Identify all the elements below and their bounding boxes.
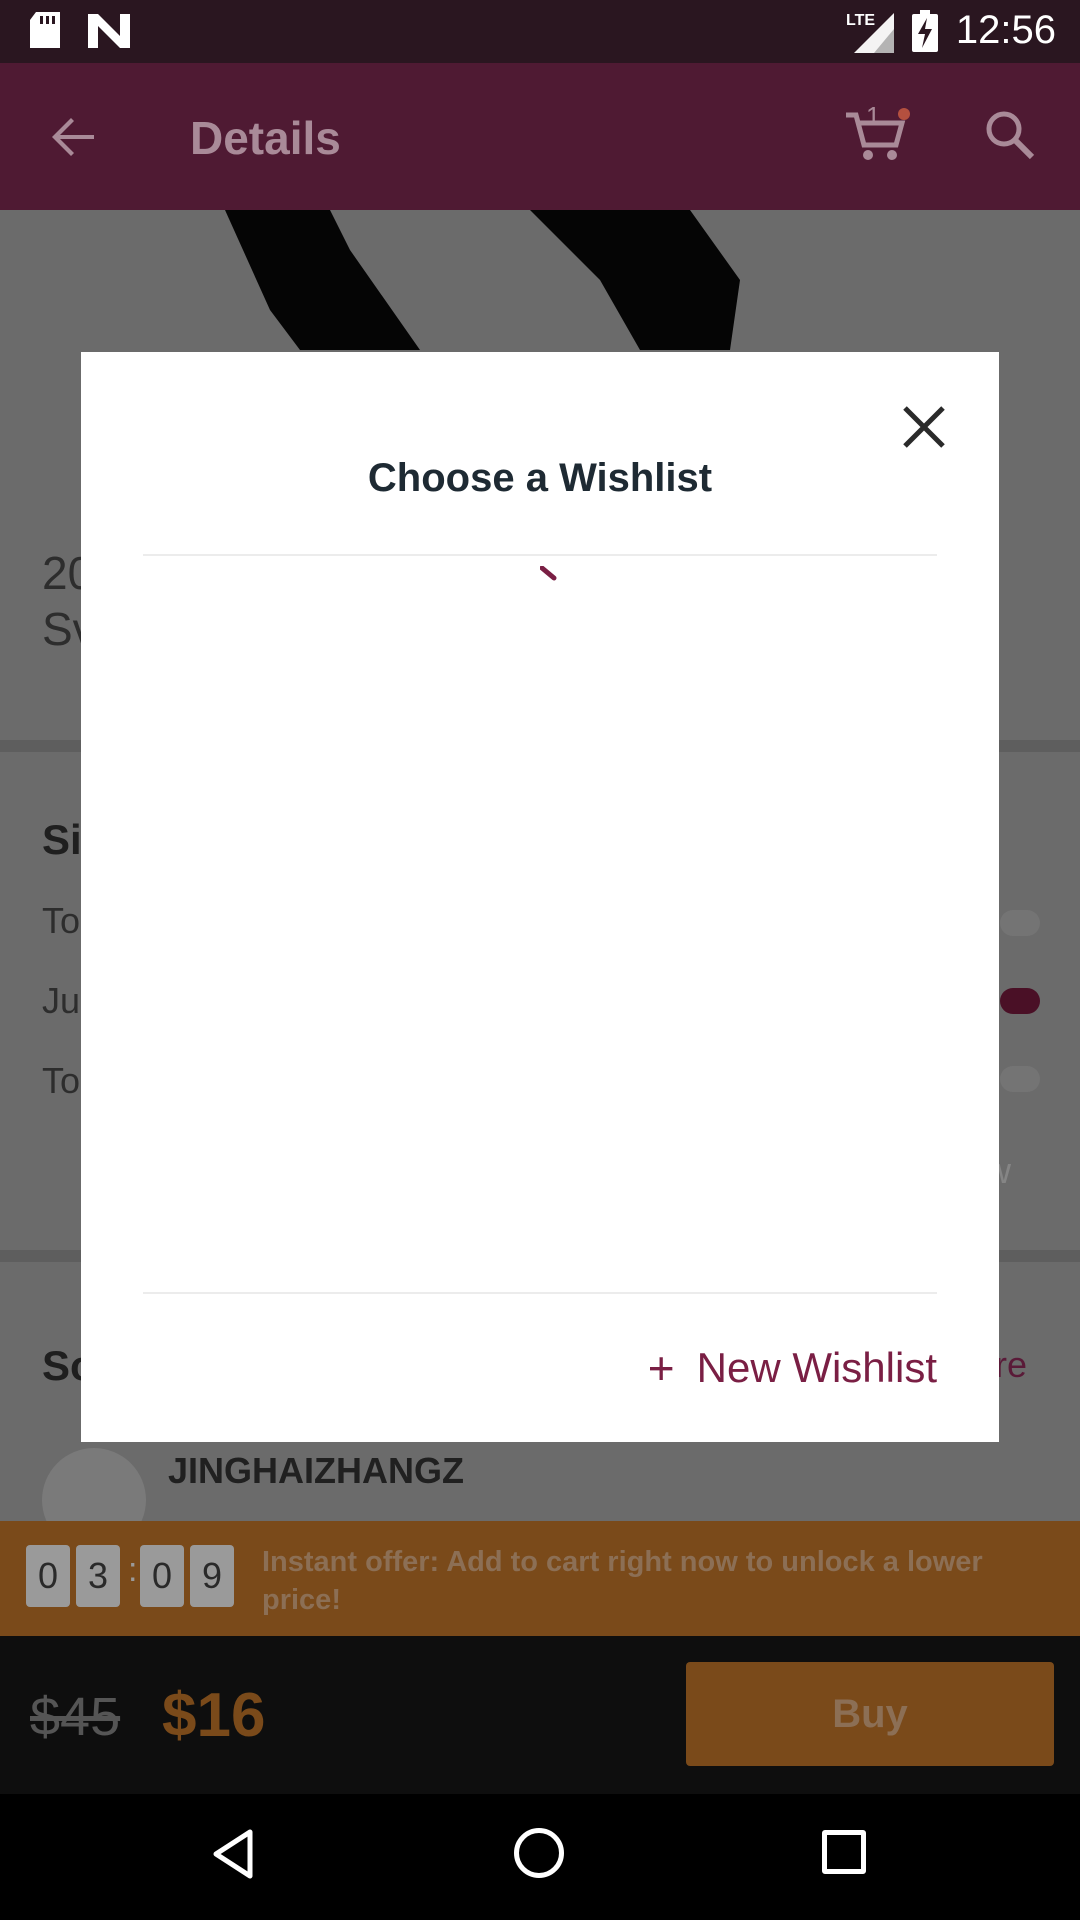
timer-digit: 3	[76, 1545, 120, 1607]
signal-icon: LTE	[846, 12, 894, 53]
original-price: $45	[30, 1687, 121, 1747]
dialog-title: Choose a Wishlist	[367, 456, 713, 500]
status-left	[28, 12, 130, 50]
timer-digit: 0	[140, 1545, 184, 1607]
size-row: Ju	[42, 980, 81, 1021]
new-wishlist-button[interactable]: + New Wishlist	[648, 1344, 937, 1392]
buy-button[interactable]: Buy	[686, 1662, 1054, 1766]
new-wishlist-label: New Wishlist	[696, 1344, 937, 1391]
clock: 12:56	[955, 8, 1056, 52]
loading-spinner-icon	[540, 566, 557, 581]
battery-charging-icon	[911, 9, 938, 52]
search-icon[interactable]	[980, 105, 1040, 165]
timer-digit: 0	[26, 1545, 70, 1607]
offer-text: Instant offer: Add to cart right now to …	[262, 1546, 983, 1616]
back-arrow-icon[interactable]	[44, 107, 104, 167]
sd-card-icon	[30, 12, 60, 48]
size-bar	[1000, 1066, 1040, 1092]
page-title: Details	[190, 112, 341, 164]
nav-back-icon[interactable]	[210, 1828, 256, 1880]
network-type-label: LTE	[846, 12, 875, 29]
product-image	[225, 210, 740, 350]
status-bar: LTE 12:56	[0, 0, 1080, 63]
choose-wishlist-dialog: Choose a Wishlist + New Wishlist	[81, 352, 999, 1442]
close-icon[interactable]	[901, 404, 947, 450]
size-row: To	[42, 900, 81, 941]
system-nav-bar	[0, 1794, 1080, 1920]
size-heading: Si	[42, 816, 82, 863]
dialog-divider	[143, 554, 937, 556]
cart-notification-dot	[898, 108, 910, 120]
nav-home-icon[interactable]	[514, 1828, 564, 1878]
n-icon	[88, 14, 130, 48]
cart-count-badge: 1	[866, 101, 881, 131]
size-bar	[1000, 910, 1040, 936]
status-right: LTE 12:56	[844, 8, 1056, 53]
nav-recents-icon[interactable]	[822, 1830, 866, 1874]
timer-digit: 9	[190, 1545, 234, 1607]
plus-icon: +	[647, 1342, 675, 1394]
seller-name: JINGHAIZHANGZ	[168, 1450, 464, 1491]
size-bar	[1000, 988, 1040, 1014]
buy-bar: $45 $16 Buy	[0, 1636, 1080, 1794]
instant-offer-banner[interactable]: 0 3 : 0 9 Instant offer: Add to cart rig…	[0, 1521, 1080, 1636]
timer-separator: :	[128, 1551, 138, 1589]
sale-price: $16	[162, 1681, 266, 1750]
dialog-divider	[143, 1292, 937, 1294]
size-row: To	[42, 1060, 81, 1101]
app-bar: Details 1	[0, 63, 1080, 210]
